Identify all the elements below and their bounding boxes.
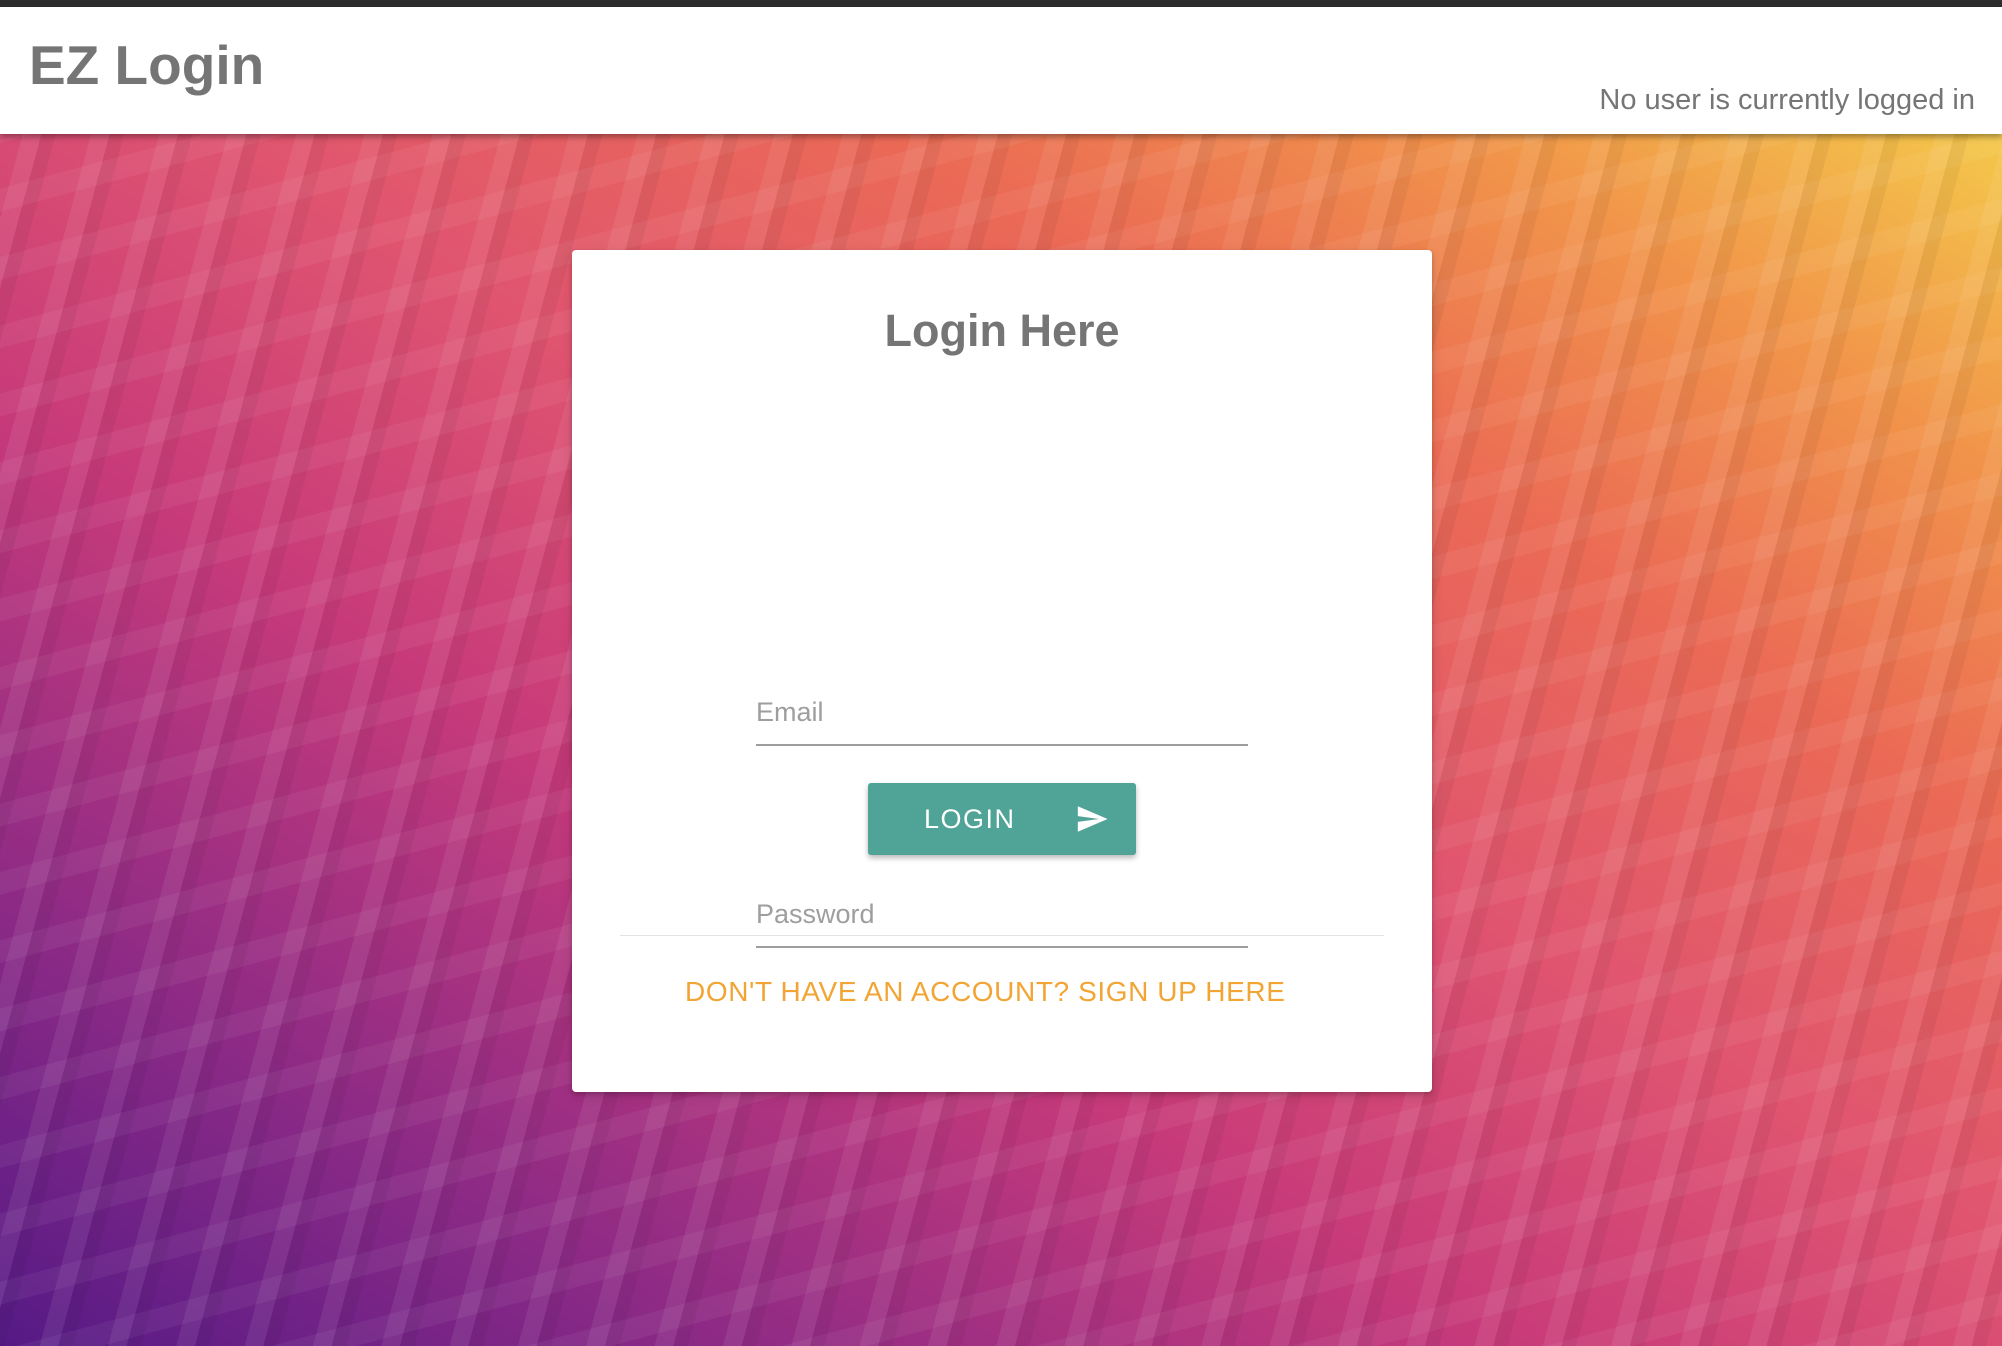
email-field: [756, 674, 1248, 746]
window-top-strip: [0, 0, 2002, 7]
password-input[interactable]: [756, 892, 1248, 936]
login-button-label: LOGIN: [924, 804, 1016, 834]
card-divider: [620, 935, 1384, 936]
send-icon: [1077, 806, 1108, 832]
login-card-title: Login Here: [884, 305, 1120, 356]
app-title: EZ Login: [29, 34, 265, 96]
login-button[interactable]: LOGIN: [868, 783, 1136, 855]
login-status-text: No user is currently logged in: [1599, 84, 1975, 116]
signup-link[interactable]: DON'T HAVE AN ACCOUNT? SIGN UP HERE: [685, 978, 1285, 1006]
app-header: EZ Login No user is currently logged in: [0, 7, 2002, 134]
email-input[interactable]: [756, 690, 1248, 734]
login-card: Login Here LOGIN DON'T HAVE AN ACCOUNT? …: [572, 250, 1432, 1092]
password-field: [756, 876, 1248, 948]
